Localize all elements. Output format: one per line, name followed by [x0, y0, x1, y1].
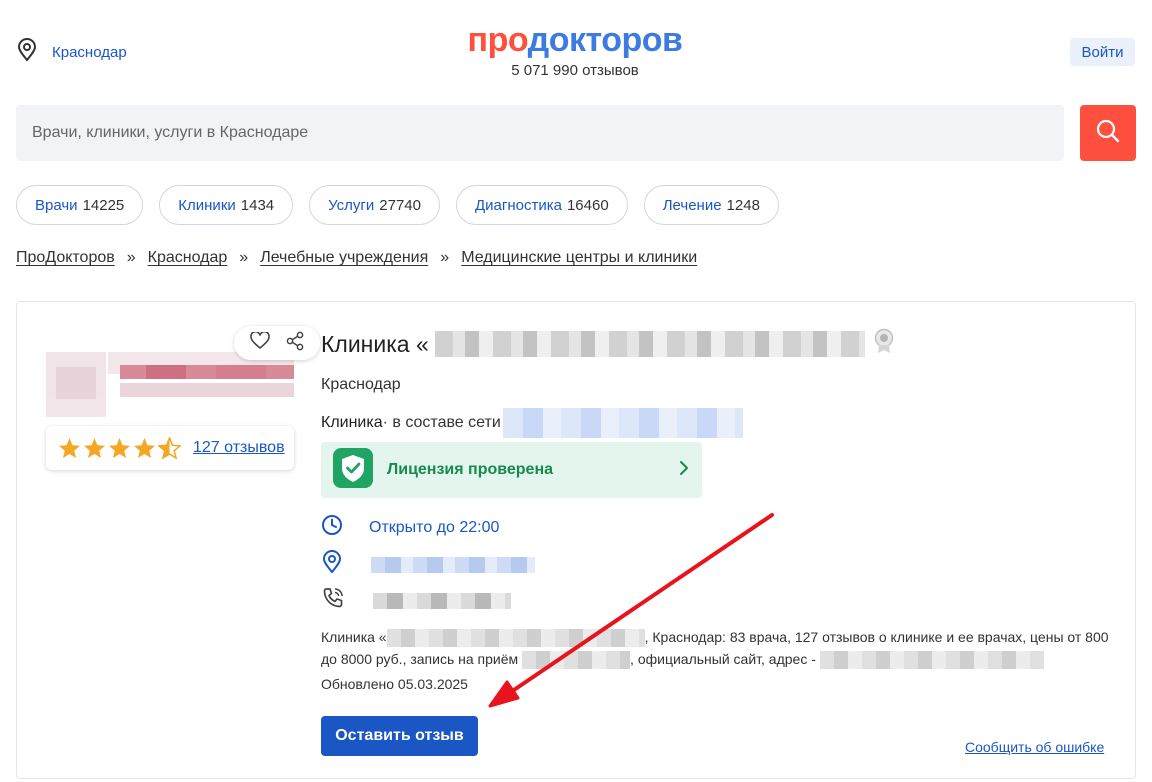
obscured-clinic-name [434, 331, 865, 357]
pill-label: Диагностика [475, 196, 562, 214]
clinic-city: Краснодар [321, 376, 401, 393]
phone-icon [321, 586, 345, 615]
opening-hours[interactable]: Открыто до 22:00 [369, 519, 499, 537]
breadcrumb-link[interactable]: Краснодар [148, 249, 228, 267]
updated-date: Обновлено 05.03.2025 [321, 676, 468, 692]
category-pill-diagnostics[interactable]: Диагностика 16460 [456, 185, 628, 225]
search-bar [16, 105, 1064, 161]
category-pill-treatment[interactable]: Лечение 1248 [643, 185, 779, 225]
search-button[interactable] [1080, 105, 1136, 161]
chevron-right-icon [678, 460, 690, 481]
description-part: , официальный сайт, адрес - [630, 651, 820, 667]
pill-count: 1248 [726, 196, 760, 214]
description-part: Клиника « [321, 629, 387, 645]
category-pill-clinics[interactable]: Клиники 1434 [159, 185, 294, 225]
license-verified-banner[interactable]: Лицензия проверена [321, 442, 702, 498]
pill-count: 27740 [379, 196, 421, 214]
heart-icon[interactable] [249, 330, 270, 355]
obscured-address[interactable] [371, 556, 535, 573]
pill-count: 1434 [240, 196, 275, 214]
breadcrumb-separator: » [239, 249, 249, 266]
shield-check-icon [333, 447, 373, 493]
star-icon [133, 437, 156, 459]
site-logo[interactable]: продокторов [455, 18, 695, 62]
phone-row [321, 586, 511, 615]
star-icon [108, 437, 131, 459]
share-icon[interactable] [285, 331, 305, 356]
category-pill-services[interactable]: Услуги 27740 [309, 185, 440, 225]
breadcrumb-separator: » [440, 249, 450, 266]
login-button[interactable]: Войти [1070, 38, 1135, 66]
logo-part-doctors: докторов [527, 21, 683, 59]
location-pin-icon [16, 38, 38, 67]
rating-stars [58, 437, 181, 459]
award-icon[interactable] [873, 328, 895, 360]
pill-label: Лечение [662, 196, 722, 214]
search-icon [1095, 118, 1121, 149]
clinic-title-prefix: Клиника « [321, 330, 429, 357]
leave-review-button[interactable]: Оставить отзыв [321, 716, 478, 756]
star-icon [83, 437, 106, 459]
obscured-phone[interactable] [373, 592, 511, 609]
license-label: Лицензия проверена [387, 461, 553, 478]
rating-box: 127 отзывов [46, 426, 294, 470]
city-selector[interactable]: Краснодар [16, 38, 127, 67]
pill-count: 14225 [82, 196, 125, 214]
opening-hours-row: Открыто до 22:00 [321, 514, 499, 541]
obscured-text [522, 651, 631, 670]
clinic-title: Клиника « [321, 328, 895, 360]
clinic-network-prefix: · в составе сети [382, 414, 501, 431]
address-row [321, 550, 535, 579]
clinic-type-line: Клиника · в составе сети [321, 408, 743, 438]
category-pills: Врачи 14225 Клиники 1434 Услуги 27740 Ди… [16, 185, 779, 225]
clock-icon [321, 514, 343, 541]
city-name[interactable]: Краснодар [52, 44, 127, 61]
star-icon [58, 437, 81, 459]
clinic-description: Клиника «, Краснодар: 83 врача, 127 отзы… [321, 626, 1111, 670]
clinic-type: Клиника [321, 414, 383, 431]
breadcrumb: ПроДокторов » Краснодар » Лечебные учреж… [16, 249, 697, 267]
obscured-network-name[interactable] [502, 408, 743, 438]
obscured-text [386, 629, 645, 648]
breadcrumb-link[interactable]: Медицинские центры и клиники [461, 249, 697, 267]
breadcrumb-separator: » [126, 249, 136, 266]
pill-label: Клиники [178, 196, 236, 214]
logo-part-pro: про [467, 21, 529, 59]
obscured-text [819, 651, 1044, 670]
category-pill-doctors[interactable]: Врачи 14225 [16, 185, 144, 225]
total-reviews-count: 5 071 990 отзывов [511, 62, 639, 79]
reviews-link[interactable]: 127 отзывов [193, 439, 285, 457]
search-input[interactable] [32, 124, 1048, 142]
breadcrumb-link[interactable]: Лечебные учреждения [260, 249, 428, 267]
pill-label: Врачи [35, 196, 78, 214]
location-pin-icon [321, 550, 343, 579]
breadcrumb-link[interactable]: ПроДокторов [16, 249, 115, 267]
report-error-link[interactable]: Сообщить об ошибке [965, 739, 1104, 755]
pill-count: 16460 [566, 196, 609, 214]
pill-label: Услуги [328, 196, 375, 214]
star-half-icon [158, 437, 181, 459]
clinic-card: 127 отзывов Клиника « Краснодар Клиника … [16, 301, 1136, 779]
favorite-share-controls [234, 326, 320, 360]
